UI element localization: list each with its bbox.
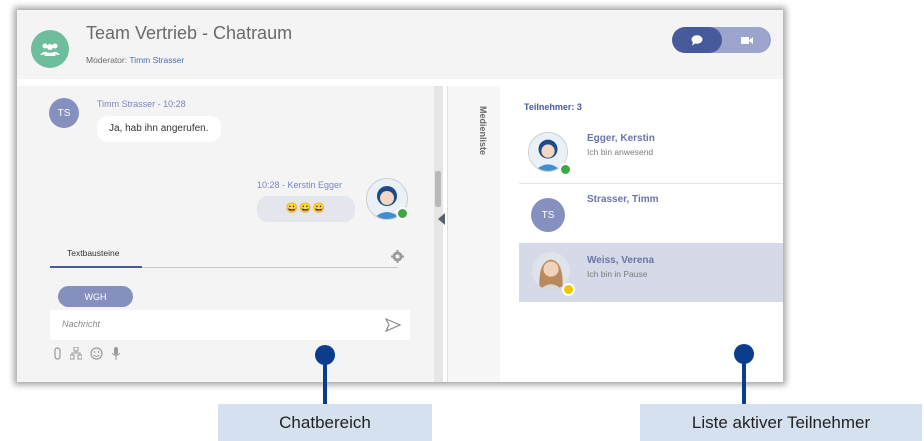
participant-name: Weiss, Verena bbox=[587, 255, 655, 266]
message-meta: Timm Strasser - 10:28 bbox=[97, 99, 186, 109]
callout-line-left bbox=[323, 360, 327, 404]
message-input[interactable]: Nachricht bbox=[50, 310, 410, 340]
moderator-line: Moderator: Timm Strasser bbox=[86, 55, 184, 65]
media-panel[interactable]: Medienliste bbox=[447, 86, 501, 382]
microphone-icon[interactable] bbox=[111, 347, 121, 360]
page-title: Team Vertrieb - Chatraum bbox=[86, 23, 293, 43]
moderator-label: Moderator: bbox=[86, 55, 128, 65]
message-bubble: Ja, hab ihn angerufen. bbox=[97, 116, 221, 142]
chat-video-toggle bbox=[672, 27, 771, 53]
message-bubble: 😀😀😀 bbox=[257, 196, 355, 222]
active-tab-indicator bbox=[50, 266, 142, 268]
team-icon bbox=[40, 43, 60, 56]
participant-name: Strasser, Timm bbox=[587, 194, 659, 205]
sitemap-icon[interactable] bbox=[70, 347, 82, 360]
participant-row[interactable]: Egger, Kerstin Ich bin anwesend bbox=[519, 123, 783, 182]
participants-title: Teilnehmer: 3 bbox=[524, 102, 582, 112]
callout-label-right: Liste aktiver Teilnehmer bbox=[640, 404, 922, 441]
scrollbar-thumb[interactable] bbox=[435, 171, 441, 207]
paperclip-icon[interactable] bbox=[53, 347, 63, 360]
gear-icon[interactable] bbox=[391, 250, 404, 263]
presence-away-indicator bbox=[562, 283, 575, 296]
presence-online-indicator bbox=[396, 207, 409, 220]
send-icon[interactable] bbox=[385, 318, 401, 332]
participant-row[interactable]: TS Strasser, Timm bbox=[519, 184, 783, 243]
participant-status: Ich bin anwesend bbox=[587, 147, 654, 157]
collapse-left-icon[interactable] bbox=[438, 213, 446, 225]
team-avatar bbox=[31, 30, 69, 68]
participant-row-selected[interactable]: Weiss, Verena Ich bin in Pause bbox=[519, 243, 783, 302]
moderator-name[interactable]: Timm Strasser bbox=[129, 55, 184, 65]
callout-label-left: Chatbereich bbox=[218, 404, 432, 441]
avatar: TS bbox=[531, 198, 565, 232]
callout-line-right bbox=[742, 360, 746, 404]
message-tools bbox=[53, 347, 133, 361]
video-mode-button[interactable] bbox=[722, 27, 771, 53]
emoji-icon[interactable] bbox=[90, 347, 103, 360]
tab-textbausteine[interactable]: Textbausteine bbox=[67, 248, 119, 258]
media-list-label[interactable]: Medienliste bbox=[458, 86, 488, 176]
chat-scrollbar[interactable] bbox=[434, 86, 443, 382]
message-meta: 10:28 - Kerstin Egger bbox=[257, 180, 343, 190]
video-camera-icon bbox=[740, 36, 753, 44]
quick-reply-button[interactable]: WGH bbox=[58, 286, 133, 307]
chat-bubble-icon bbox=[691, 34, 703, 45]
presence-online-indicator bbox=[559, 163, 572, 176]
participant-name: Egger, Kerstin bbox=[587, 133, 655, 144]
participant-status: Ich bin in Pause bbox=[587, 269, 648, 279]
header: Team Vertrieb - Chatraum Moderator: Timm… bbox=[17, 10, 783, 79]
message-placeholder: Nachricht bbox=[62, 319, 101, 329]
chat-mode-button[interactable] bbox=[672, 27, 722, 53]
chat-window: Team Vertrieb - Chatraum Moderator: Timm… bbox=[17, 10, 783, 382]
avatar[interactable]: TS bbox=[49, 98, 79, 128]
